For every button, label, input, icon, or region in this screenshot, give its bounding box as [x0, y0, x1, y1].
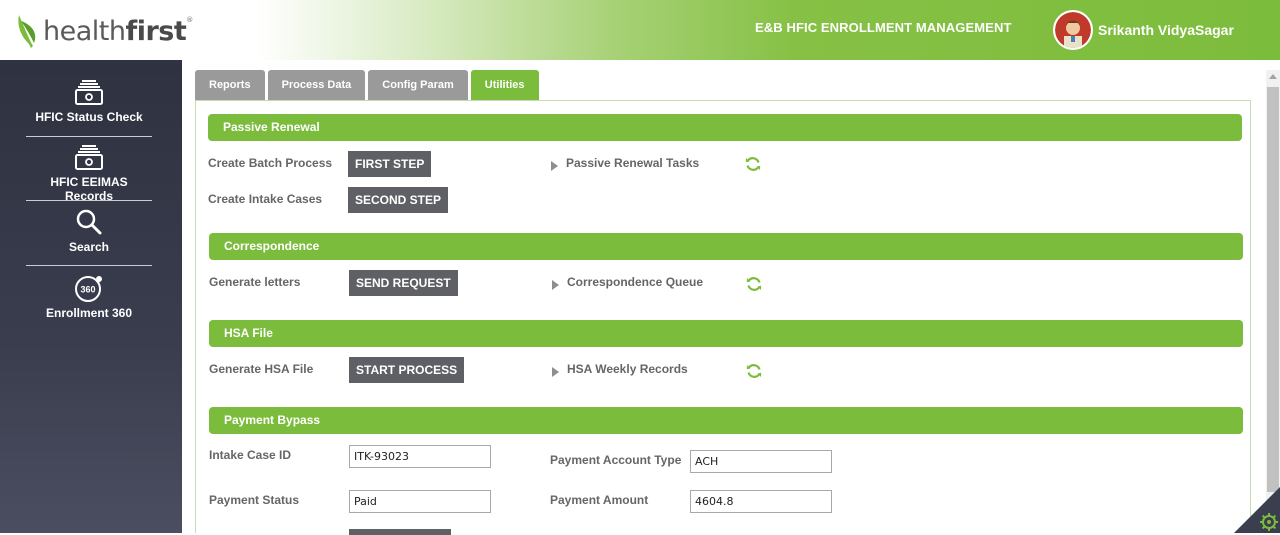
generate-letters-label: Generate letters	[209, 275, 301, 289]
app-header: healthfirst® E&B HFIC ENROLLMENT MANAGEM…	[0, 0, 1280, 60]
utilities-panel: Passive Renewal Create Batch Process FIR…	[195, 100, 1251, 535]
sidebar-item-label: Search	[68, 240, 110, 254]
scrollbar-thumb[interactable]	[1267, 87, 1279, 492]
tab-process-data[interactable]: Process Data	[267, 70, 366, 100]
hsa-weekly-records-link[interactable]: HSA Weekly Records	[567, 362, 688, 376]
section-header-correspondence: Correspondence	[209, 233, 1243, 260]
app-title: E&B HFIC ENROLLMENT MANAGEMENT	[755, 20, 1012, 35]
submit-button-partial[interactable]	[349, 529, 451, 535]
search-icon	[76, 209, 102, 235]
gear-icon	[1260, 513, 1278, 531]
refresh-icon[interactable]	[746, 276, 762, 292]
section-header-hsa-file: HSA File	[209, 320, 1243, 347]
payment-account-type-input[interactable]	[690, 450, 832, 473]
user-name[interactable]: Srikanth VidyaSagar	[1098, 22, 1234, 38]
scroll-up-arrow-icon[interactable]	[1269, 74, 1277, 79]
sidebar-divider	[26, 265, 152, 266]
tab-utilities[interactable]: Utilities	[470, 70, 539, 100]
leaf-logo-icon	[18, 15, 36, 48]
vertical-scrollbar[interactable]	[1266, 70, 1280, 533]
tab-config-param[interactable]: Config Param	[368, 70, 468, 100]
payment-account-type-label: Payment Account Type	[550, 453, 682, 467]
money-stack-icon	[75, 80, 103, 105]
refresh-icon[interactable]	[745, 156, 761, 172]
passive-renewal-tasks-link[interactable]: Passive Renewal Tasks	[566, 156, 699, 170]
360-icon: 360	[75, 276, 102, 302]
payment-status-input[interactable]	[349, 490, 491, 513]
payment-amount-label: Payment Amount	[550, 493, 649, 507]
sidebar: HFIC Status Check HFIC EEIMAS Records Se…	[0, 60, 182, 533]
send-request-button[interactable]: SEND REQUEST	[349, 270, 458, 296]
generate-hsa-file-label: Generate HSA File	[209, 362, 314, 376]
intake-case-id-label: Intake Case ID	[209, 448, 292, 462]
user-avatar[interactable]	[1053, 10, 1093, 50]
sidebar-item-label: Enrollment 360	[45, 306, 133, 320]
logo-text-light: health	[43, 15, 126, 47]
payment-amount-input[interactable]	[690, 490, 832, 513]
sidebar-divider	[26, 200, 152, 201]
expand-arrow-icon[interactable]	[552, 367, 559, 377]
360-icon-text: 360	[80, 285, 95, 295]
sidebar-item-hfic-eeimas-records[interactable]: HFIC EEIMAS Records	[26, 145, 152, 203]
sidebar-item-hfic-status-check[interactable]: HFIC Status Check	[26, 80, 152, 124]
first-step-button[interactable]: FIRST STEP	[348, 151, 432, 177]
payment-status-label: Payment Status	[209, 493, 300, 507]
logo-trademark: ®	[186, 15, 193, 24]
correspondence-queue-link[interactable]: Correspondence Queue	[567, 275, 703, 289]
sidebar-item-enrollment-360[interactable]: 360 Enrollment 360	[26, 274, 152, 320]
expand-arrow-icon[interactable]	[552, 280, 559, 290]
second-step-button[interactable]: SECOND STEP	[348, 187, 449, 213]
settings-corner-button[interactable]	[1234, 487, 1280, 533]
user-avatar-icon	[1055, 12, 1091, 48]
create-batch-process-label: Create Batch Process	[208, 156, 333, 170]
refresh-icon[interactable]	[746, 363, 762, 379]
healthfirst-logo[interactable]: healthfirst®	[16, 13, 193, 49]
sidebar-divider	[26, 136, 152, 137]
tab-reports[interactable]: Reports	[195, 70, 265, 100]
intake-case-id-input[interactable]	[349, 445, 491, 468]
start-process-button[interactable]: START PROCESS	[349, 357, 465, 383]
logo-text-bold: first	[125, 15, 187, 47]
section-header-payment-bypass: Payment Bypass	[209, 407, 1243, 434]
create-intake-cases-label: Create Intake Cases	[208, 192, 323, 206]
expand-arrow-icon[interactable]	[551, 161, 558, 171]
section-header-passive-renewal: Passive Renewal	[208, 114, 1242, 141]
sidebar-item-label: HFIC Status Check	[35, 110, 143, 124]
money-stack-icon	[75, 145, 103, 170]
main-content: Reports Process Data Config Param Utilit…	[182, 60, 1266, 535]
tab-bar: Reports Process Data Config Param Utilit…	[195, 70, 542, 100]
sidebar-item-search[interactable]: Search	[26, 208, 152, 254]
sidebar-item-label: HFIC EEIMAS Records	[50, 175, 128, 203]
